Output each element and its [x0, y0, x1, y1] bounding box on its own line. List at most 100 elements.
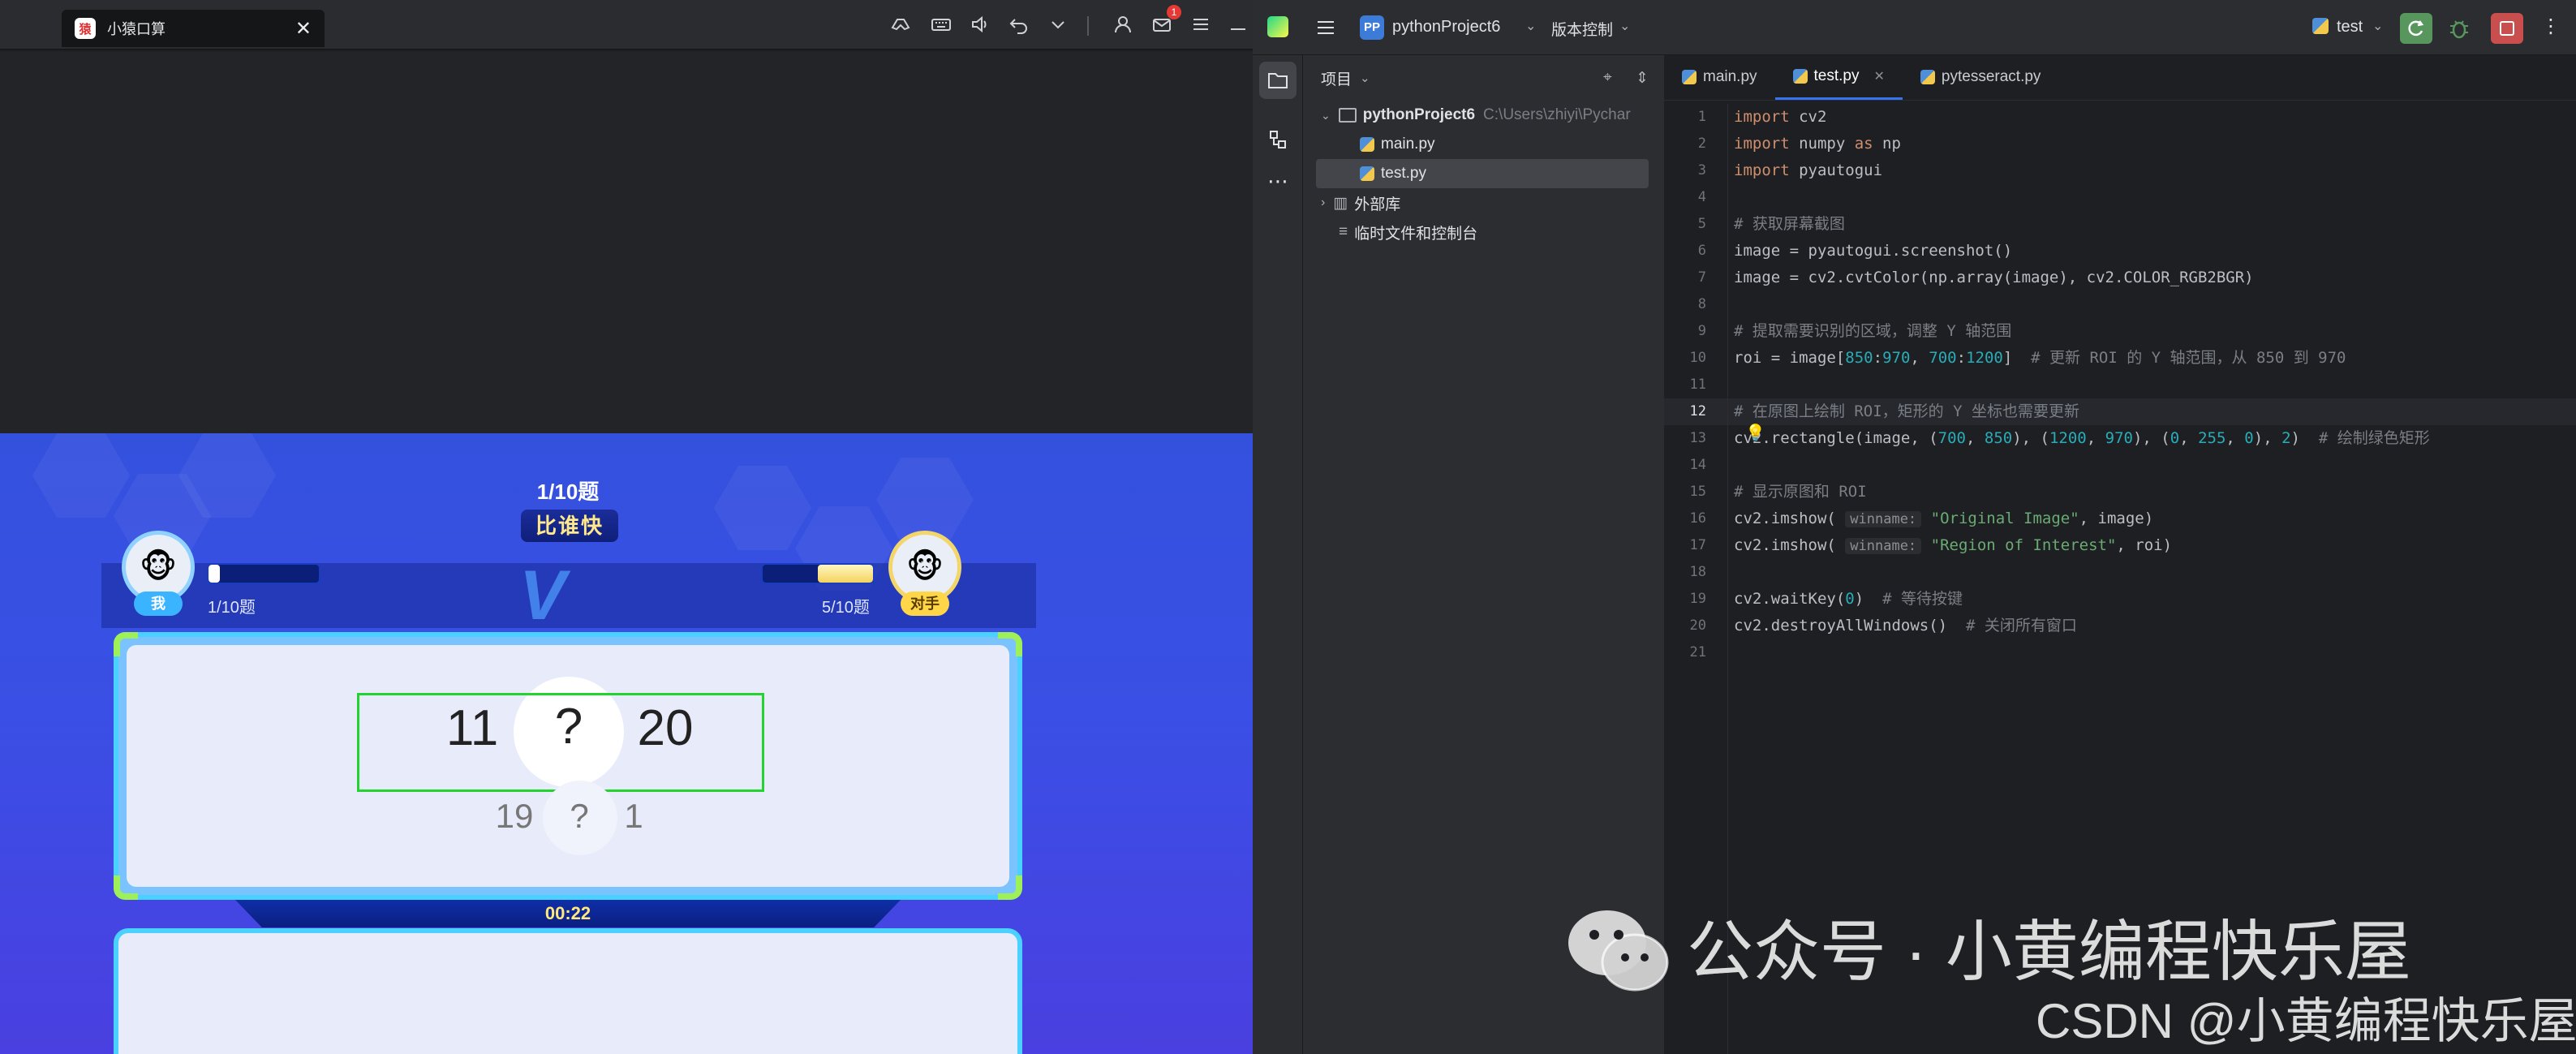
code-line[interactable]: 9 # 提取需要识别的区域，调整 Y 轴范围: [1664, 318, 2576, 345]
player-tag: 我: [134, 592, 183, 616]
chevron-down-icon[interactable]: ⌄: [2372, 18, 2383, 34]
hex-decoration: [32, 433, 130, 518]
next-operand-right: 1: [624, 797, 643, 835]
project-tool-button[interactable]: [1259, 62, 1297, 99]
line-number: 15: [1689, 484, 1706, 500]
debug-icon[interactable]: [2445, 15, 2473, 47]
code-line[interactable]: 13 cv2.rectangle(image, (700, 850), (1200…: [1664, 425, 2576, 452]
folder-icon: [1338, 108, 1357, 123]
external-libs-label: 外部库: [1354, 196, 1401, 213]
tab-main-py[interactable]: main.py: [1664, 54, 1775, 100]
question-counter: 1/10题: [536, 480, 600, 504]
code-line[interactable]: 21: [1664, 639, 2576, 666]
line-number: 1: [1697, 109, 1706, 125]
expand-all-icon[interactable]: ⇕: [1636, 69, 1649, 88]
tab-pytesseract-py[interactable]: pytesseract.py: [1903, 54, 2059, 100]
line-number: 9: [1697, 323, 1706, 339]
chevron-right-icon[interactable]: ›: [1321, 196, 1325, 210]
minimize-icon[interactable]: [1227, 13, 1249, 37]
gutter-separator: [1727, 104, 1728, 1054]
code-text: import cv2: [1734, 108, 1827, 126]
code-text: roi = image[850:970, 700:1200] # 更新 ROI …: [1734, 349, 2346, 367]
vs-emblem: V: [519, 557, 566, 635]
run-config-select[interactable]: test: [2337, 18, 2363, 37]
main-menu-icon[interactable]: [1314, 16, 1337, 44]
vcs-menu[interactable]: 版本控制: [1551, 18, 1613, 40]
python-file-icon: [1360, 137, 1374, 152]
line-number: 19: [1689, 591, 1706, 607]
more-tools-icon[interactable]: ⋯: [1267, 169, 1288, 194]
tab-test-py[interactable]: test.py ✕: [1774, 54, 1903, 100]
line-number: 12: [1689, 403, 1706, 419]
code-line[interactable]: 14: [1664, 452, 2576, 479]
emulator-blank-area: [0, 52, 1253, 433]
scratches-icon: ≡: [1339, 223, 1348, 240]
tab-label: pytesseract.py: [1941, 68, 2041, 85]
line-number: 6: [1697, 243, 1706, 259]
line-number: 13: [1689, 430, 1706, 446]
code-line[interactable]: 20 cv2.destroyAllWindows() # 关闭所有窗口: [1664, 613, 2576, 639]
close-tab-icon[interactable]: ✕: [295, 17, 312, 41]
locate-icon[interactable]: ⌖: [1603, 69, 1612, 87]
opponent-tag: 对手: [901, 592, 949, 616]
structure-icon[interactable]: [1259, 122, 1297, 163]
answer-card[interactable]: [114, 928, 1022, 1054]
hex-decoration: [714, 466, 811, 550]
chevron-down-icon[interactable]: ⌄: [1619, 18, 1630, 34]
project-panel-title[interactable]: 项目: [1321, 67, 1352, 89]
menu-icon[interactable]: [1189, 13, 1212, 37]
mail-icon[interactable]: 1: [1150, 5, 1181, 37]
code-text: cv2.imshow( winname: "Region of Interest…: [1734, 536, 2173, 554]
code-line[interactable]: 2 import numpy as np: [1664, 131, 2576, 157]
library-icon: ▥: [1333, 194, 1348, 212]
rerun-button[interactable]: [2400, 13, 2432, 44]
code-line[interactable]: 17 cv2.imshow( winname: "Region of Intere…: [1664, 532, 2576, 559]
more-actions-icon[interactable]: ⋮: [2541, 15, 2561, 38]
tab-label: test.py: [1813, 67, 1860, 84]
chevron-down-icon[interactable]: ⌄: [1360, 71, 1370, 85]
line-number: 7: [1697, 269, 1706, 286]
line-number: 3: [1697, 162, 1706, 179]
emulator-tab[interactable]: 猿 小猿口算 ✕: [62, 10, 325, 47]
code-line[interactable]: 11: [1664, 372, 2576, 398]
code-line[interactable]: 12 # 在原图上绘制 ROI，矩形的 Y 坐标也需要更新: [1664, 398, 2576, 425]
code-line[interactable]: 10 roi = image[850:970, 700:1200] # 更新 RO…: [1664, 345, 2576, 372]
code-area[interactable]: 1 import cv2 2 import numpy as np 3 import py…: [1664, 104, 2576, 1054]
code-line[interactable]: 6 image = pyautogui.screenshot(): [1664, 238, 2576, 265]
stop-button[interactable]: [2491, 13, 2523, 44]
code-line[interactable]: 1 import cv2: [1664, 104, 2576, 131]
player-progress-fill: [209, 565, 220, 583]
code-line[interactable]: 7 image = cv2.cvtColor(np.array(image), c…: [1664, 265, 2576, 291]
code-line[interactable]: 18: [1664, 559, 2576, 586]
chevron-down-icon[interactable]: [1047, 13, 1069, 37]
code-line[interactable]: 5 # 获取屏幕截图: [1664, 211, 2576, 238]
card-corner: [998, 875, 1022, 900]
chevron-down-icon[interactable]: ⌄: [1321, 109, 1331, 123]
lightbulb-icon[interactable]: 💡: [1745, 423, 1765, 443]
ide-title-bar: PP pythonProject6 ⌄ 版本控制 ⌄ test ⌄ ⋮: [1253, 0, 2576, 55]
code-line[interactable]: 8: [1664, 291, 2576, 318]
keyboard-icon[interactable]: [930, 13, 953, 37]
user-icon[interactable]: [1112, 13, 1134, 37]
controller-icon[interactable]: [889, 13, 912, 37]
card-corner: [998, 632, 1022, 656]
player-progress-text: 1/10题: [208, 599, 256, 617]
code-text: image = cv2.cvtColor(np.array(image), cv…: [1734, 269, 2254, 286]
code-line[interactable]: 16 cv2.imshow( winname: "Original Image",…: [1664, 505, 2576, 532]
line-number: 18: [1689, 564, 1706, 580]
game-screen: 1/10题 比谁快 V 🐵 我 1/10题 🐵 对手 5/10题 11 ? 20: [0, 433, 1253, 1054]
tree-file-test[interactable]: test.py: [1316, 159, 1649, 188]
code-line[interactable]: 3 import pyautogui: [1664, 157, 2576, 184]
chevron-down-icon[interactable]: ⌄: [1525, 18, 1536, 34]
card-corner: [114, 632, 138, 656]
code-editor: main.py test.py ✕ pytesseract.py 1 import …: [1664, 55, 2576, 1054]
mail-badge: 1: [1167, 5, 1181, 19]
close-tab-icon[interactable]: ✕: [1874, 68, 1885, 84]
volume-icon[interactable]: [969, 13, 991, 37]
code-line[interactable]: 4: [1664, 184, 2576, 211]
code-line[interactable]: 15 # 显示原图和 ROI: [1664, 479, 2576, 505]
undo-icon[interactable]: [1008, 13, 1030, 37]
line-number: 10: [1689, 350, 1706, 366]
code-line[interactable]: 19 cv2.waitKey(0) # 等待按键: [1664, 586, 2576, 613]
project-switcher[interactable]: pythonProject6: [1392, 18, 1500, 37]
